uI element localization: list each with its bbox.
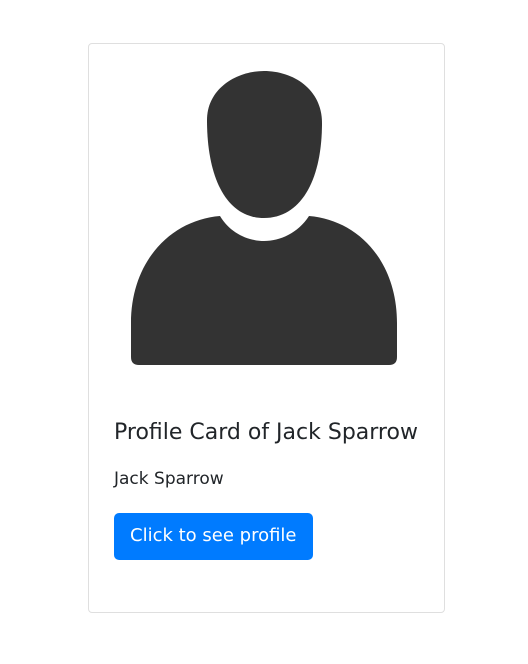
see-profile-button[interactable]: Click to see profile	[114, 513, 313, 560]
profile-avatar-image	[90, 45, 445, 405]
profile-card: Profile Card of Jack Sparrow Jack Sparro…	[88, 43, 445, 613]
user-silhouette-icon	[131, 71, 397, 365]
card-body: Profile Card of Jack Sparrow Jack Sparro…	[114, 418, 420, 560]
card-title: Profile Card of Jack Sparrow	[114, 420, 418, 445]
card-text: Jack Sparrow	[114, 469, 224, 489]
